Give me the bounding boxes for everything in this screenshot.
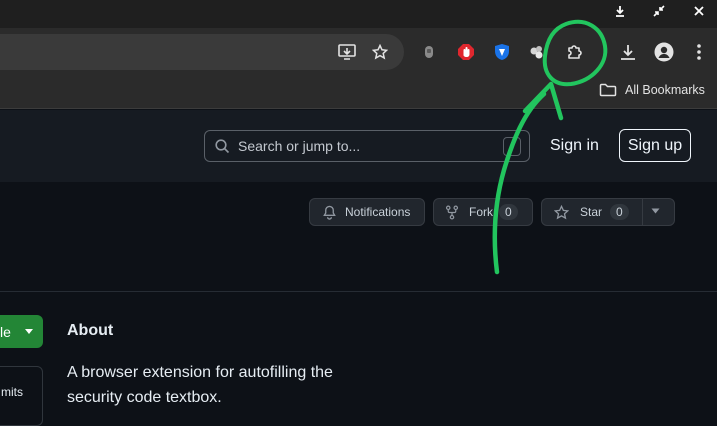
profile-avatar-icon[interactable]: [652, 40, 676, 64]
search-shortcut-key: /: [503, 137, 521, 156]
fork-button[interactable]: Fork 0: [433, 198, 533, 226]
caret-down-icon: [24, 329, 33, 334]
section-divider: [0, 291, 717, 292]
extension-cluster-icon[interactable]: [527, 42, 547, 62]
fork-count: 0: [499, 204, 518, 220]
folder-icon: [599, 83, 617, 97]
star-count: 0: [610, 204, 629, 220]
search-input[interactable]: Search or jump to... /: [204, 130, 530, 162]
code-button-label: le: [0, 323, 11, 340]
code-button[interactable]: le: [0, 315, 43, 348]
star-divider: [642, 199, 643, 225]
commits-link[interactable]: mits: [1, 385, 23, 399]
star-icon: [554, 204, 569, 220]
chevron-down-icon[interactable]: [651, 208, 660, 214]
close-window-icon[interactable]: [690, 3, 708, 19]
fork-label: Fork: [469, 205, 493, 219]
download-icon[interactable]: [611, 3, 629, 19]
all-bookmarks-button[interactable]: All Bookmarks: [599, 79, 705, 101]
sign-up-button[interactable]: Sign up: [619, 129, 691, 162]
about-description: A browser extension for autofilling the …: [67, 364, 333, 406]
adblock-extension-icon[interactable]: [456, 42, 476, 62]
extensions-puzzle-icon[interactable]: [563, 40, 587, 64]
extension-grey-icon[interactable]: [421, 43, 437, 61]
bookmark-star-icon[interactable]: [369, 41, 391, 63]
about-heading: About: [67, 322, 114, 339]
star-button[interactable]: Star 0: [541, 198, 675, 226]
commits-panel: mits: [0, 366, 43, 426]
search-placeholder: Search or jump to...: [238, 138, 361, 154]
notifications-button[interactable]: Notifications: [309, 198, 425, 226]
bell-icon: [322, 205, 337, 220]
install-app-icon[interactable]: [336, 41, 358, 63]
notifications-label: Notifications: [345, 205, 411, 219]
search-icon: [215, 138, 230, 154]
downloads-icon[interactable]: [616, 40, 640, 64]
minimize-window-icon[interactable]: [650, 3, 668, 19]
sign-in-link[interactable]: Sign in: [550, 129, 599, 163]
password-manager-extension-icon[interactable]: [492, 42, 512, 62]
fork-icon: [445, 205, 459, 220]
browser-titlebar: [0, 0, 717, 28]
all-bookmarks-label: All Bookmarks: [625, 83, 705, 97]
star-label: Star: [580, 205, 603, 219]
more-menu-icon[interactable]: [689, 40, 709, 64]
